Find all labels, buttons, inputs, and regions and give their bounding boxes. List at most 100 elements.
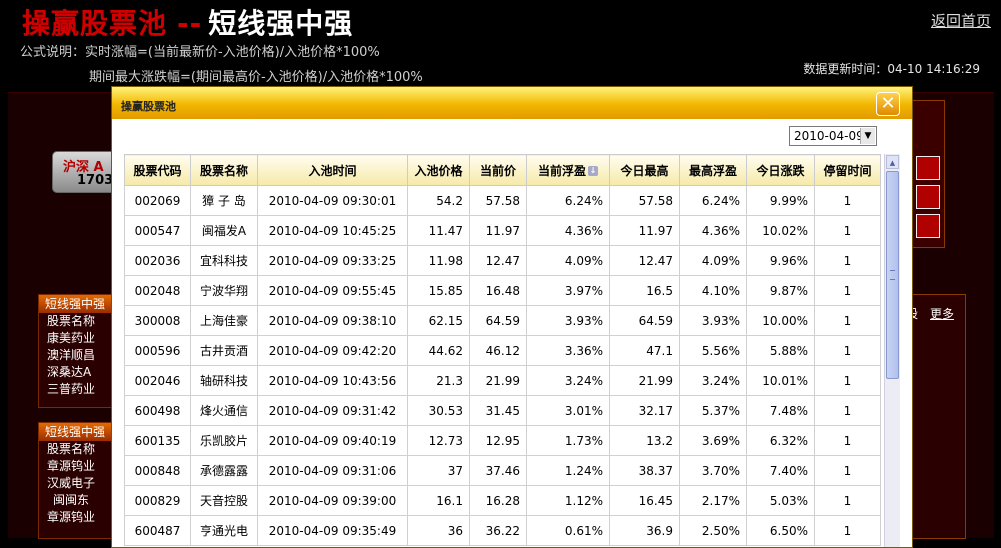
table-row[interactable]: 600487 亨通光电 2010-04-09 09:35:49 36 36.22 0.61… bbox=[124, 515, 881, 546]
column-header[interactable]: 股票代码 bbox=[124, 154, 191, 186]
table-cell: 烽火通信 bbox=[190, 395, 258, 426]
table-cell: 36.9 bbox=[609, 515, 680, 546]
column-header[interactable]: 入池价格 bbox=[407, 154, 470, 186]
table-cell: 3.01% bbox=[526, 395, 610, 426]
stock-table: 股票代码 股票名称 入池时间 入池价格 当前价 当前浮盈 今日最高 最高浮盈 今… bbox=[124, 154, 881, 546]
date-select[interactable]: 2010-04-09 ▼ bbox=[789, 126, 877, 146]
table-row[interactable]: 600135 乐凯胶片 2010-04-09 09:40:19 12.73 12.95 1… bbox=[124, 425, 881, 456]
table-cell: 3.69% bbox=[679, 425, 747, 456]
column-header[interactable]: 今日涨跌 bbox=[746, 154, 815, 186]
table-row[interactable]: 000829 天音控股 2010-04-09 09:39:00 16.1 16.28 1.… bbox=[124, 485, 881, 516]
table-cell: 2010-04-09 09:55:45 bbox=[257, 275, 408, 306]
table-row[interactable]: 600498 烽火通信 2010-04-09 09:31:42 30.53 31.45 3… bbox=[124, 395, 881, 426]
table-cell: 002048 bbox=[124, 275, 191, 306]
side-box-2-item[interactable]: 章源钨业 bbox=[39, 458, 111, 475]
table-cell: 002046 bbox=[124, 365, 191, 396]
table-cell: 600135 bbox=[124, 425, 191, 456]
table-cell: 2010-04-09 09:40:19 bbox=[257, 425, 408, 456]
table-cell: 12.47 bbox=[609, 245, 680, 276]
table-cell: 古井贡酒 bbox=[190, 335, 258, 366]
table-cell: 3.93% bbox=[526, 305, 610, 336]
column-header[interactable]: 股票名称 bbox=[190, 154, 258, 186]
table-cell: 000829 bbox=[124, 485, 191, 516]
table-cell: 轴研科技 bbox=[190, 365, 258, 396]
scroll-up-icon[interactable] bbox=[886, 155, 899, 169]
table-cell: 5.37% bbox=[679, 395, 747, 426]
vertical-scrollbar[interactable] bbox=[884, 154, 900, 547]
table-cell: 2.50% bbox=[679, 515, 747, 546]
page-title-sub: 短线强中强 bbox=[208, 7, 354, 40]
side-box-1: 短线强中强 股票名称 康美药业 澳洋顺昌 深桑达A 三普药业 bbox=[38, 294, 112, 408]
column-header[interactable]: 停留时间 bbox=[814, 154, 881, 186]
table-cell: 32.17 bbox=[609, 395, 680, 426]
side-button[interactable] bbox=[916, 185, 940, 209]
table-row[interactable]: 300008 上海佳豪 2010-04-09 09:38:10 62.15 64.59 3… bbox=[124, 305, 881, 336]
side-box-1-item[interactable]: 康美药业 bbox=[39, 330, 111, 347]
column-header[interactable]: 入池时间 bbox=[257, 154, 408, 186]
side-button[interactable] bbox=[916, 214, 940, 238]
page-title-main: 操赢股票池 bbox=[22, 7, 168, 40]
stock-pool-dialog: 操赢股票池 2010-04-09 ▼ 股票代码 股票名称 入池时间 入池价格 当… bbox=[111, 86, 913, 548]
side-box-2-item[interactable]: 章源钨业 bbox=[39, 509, 111, 526]
side-box-2-item[interactable]: 汉威电子 bbox=[39, 475, 111, 492]
table-cell: 2.17% bbox=[679, 485, 747, 516]
table-cell: 2010-04-09 09:31:06 bbox=[257, 455, 408, 486]
table-cell: 6.50% bbox=[746, 515, 815, 546]
column-header[interactable]: 今日最高 bbox=[609, 154, 680, 186]
more-link[interactable]: 更多 bbox=[930, 305, 954, 322]
table-cell: 7.48% bbox=[746, 395, 815, 426]
table-cell: 1 bbox=[814, 305, 881, 336]
side-box-1-item: 股票名称 bbox=[47, 314, 96, 328]
side-button[interactable] bbox=[916, 156, 940, 180]
table-cell: 上海佳豪 bbox=[190, 305, 258, 336]
table-cell: 11.97 bbox=[609, 215, 680, 246]
side-box-2: 短线强中强 股票名称 章源钨业 汉威电子 闽闽东 章源钨业 bbox=[38, 422, 112, 539]
table-cell: 54.2 bbox=[407, 185, 470, 216]
close-icon[interactable] bbox=[876, 92, 900, 116]
table-row[interactable]: 002069 獐 子 岛 2010-04-09 09:30:01 54.2 57.58 6… bbox=[124, 185, 881, 216]
formula-text-1: 公式说明：实时涨幅=(当前最新价-入池价格)/入池价格*100% bbox=[20, 45, 380, 60]
formula-text-2: 期间最大涨跌幅=(期间最高价-入池价格)/入池价格*100% bbox=[89, 70, 423, 85]
table-cell: 000596 bbox=[124, 335, 191, 366]
table-cell: 36 bbox=[407, 515, 470, 546]
table-cell: 1 bbox=[814, 275, 881, 306]
table-row[interactable]: 002048 宁波华翔 2010-04-09 09:55:45 15.85 16.48 3… bbox=[124, 275, 881, 306]
table-cell: 11.47 bbox=[407, 215, 470, 246]
table-cell: 4.09% bbox=[679, 245, 747, 276]
table-cell: 57.58 bbox=[469, 185, 527, 216]
table-cell: 000848 bbox=[124, 455, 191, 486]
table-cell: 3.97% bbox=[526, 275, 610, 306]
table-cell: 2010-04-09 09:42:20 bbox=[257, 335, 408, 366]
table-cell: 47.1 bbox=[609, 335, 680, 366]
page-title: 操赢股票池 -- 短线强中强 bbox=[22, 2, 353, 42]
market-tab[interactable]: 沪深 A 1703 bbox=[52, 151, 120, 193]
side-box-2-item[interactable]: 闽闽东 bbox=[39, 492, 111, 509]
column-header[interactable]: 最高浮盈 bbox=[679, 154, 747, 186]
table-row[interactable]: 000547 闽福发A 2010-04-09 10:45:25 11.47 11.97 4… bbox=[124, 215, 881, 246]
dialog-title-bar[interactable] bbox=[112, 87, 912, 119]
table-cell: 1 bbox=[814, 365, 881, 396]
right-button-stack bbox=[910, 100, 945, 248]
side-box-1-item[interactable]: 深桑达A bbox=[39, 364, 111, 381]
home-link[interactable]: 返回首页 bbox=[931, 10, 991, 31]
column-header-label: 当前浮盈 bbox=[537, 163, 586, 178]
table-cell: 乐凯胶片 bbox=[190, 425, 258, 456]
grip-icon bbox=[890, 270, 895, 280]
table-row[interactable]: 000596 古井贡酒 2010-04-09 09:42:20 44.62 46.12 3… bbox=[124, 335, 881, 366]
scrollbar-thumb[interactable] bbox=[886, 171, 899, 379]
table-row[interactable]: 000848 承德露露 2010-04-09 09:31:06 37 37.46 1.24… bbox=[124, 455, 881, 486]
table-row[interactable]: 002046 轴研科技 2010-04-09 10:43:56 21.3 21.99 3.… bbox=[124, 365, 881, 396]
side-box-1-item[interactable]: 澳洋顺昌 bbox=[39, 347, 111, 364]
column-header[interactable]: 当前价 bbox=[469, 154, 527, 186]
table-cell: 2010-04-09 09:31:42 bbox=[257, 395, 408, 426]
side-box-1-item[interactable]: 三普药业 bbox=[39, 381, 111, 398]
table-cell: 2010-04-09 09:35:49 bbox=[257, 515, 408, 546]
table-cell: 2010-04-09 09:33:25 bbox=[257, 245, 408, 276]
side-box-1-title: 短线强中强 bbox=[39, 295, 111, 313]
side-box-2-title: 短线强中强 bbox=[39, 423, 111, 441]
table-cell: 亨通光电 bbox=[190, 515, 258, 546]
column-header-sorted[interactable]: 当前浮盈 bbox=[526, 154, 610, 186]
table-row[interactable]: 002036 宜科科技 2010-04-09 09:33:25 11.98 12.47 4… bbox=[124, 245, 881, 276]
chevron-down-icon[interactable]: ▼ bbox=[860, 128, 875, 144]
table-cell: 9.87% bbox=[746, 275, 815, 306]
